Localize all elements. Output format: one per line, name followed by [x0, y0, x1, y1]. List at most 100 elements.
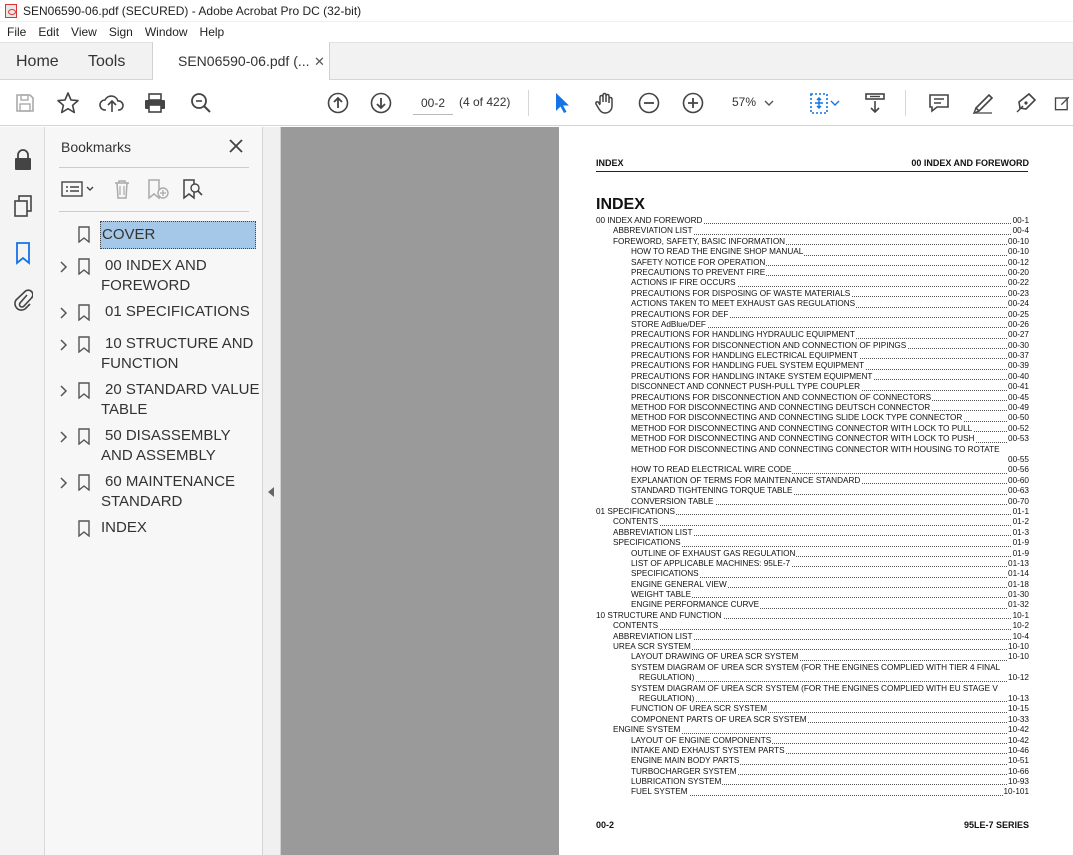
toc-entry[interactable]: ABBREVIATION LIST 00-4 [596, 226, 1029, 237]
chevron-right-icon[interactable] [58, 384, 68, 397]
lock-icon[interactable] [10, 147, 36, 173]
menu-view[interactable]: View [64, 25, 102, 39]
toc-entry[interactable]: ENGINE GENERAL VIEW 01-18 [596, 579, 1029, 591]
toc-entry[interactable]: EXPLANATION OF TERMS FOR MAINTENANCE STA… [596, 475, 1029, 487]
more-tools-icon[interactable] [1053, 90, 1073, 116]
upload-cloud-icon[interactable] [99, 90, 125, 116]
toc-entry[interactable]: STORE AdBlue/DEF 00-26 [596, 319, 1029, 331]
toc-entry[interactable]: COMPONENT PARTS OF UREA SCR SYSTEM 10-33 [596, 714, 1029, 726]
menu-window[interactable]: Window [138, 25, 193, 39]
trash-icon[interactable] [112, 177, 132, 201]
chevron-right-icon[interactable] [58, 338, 68, 351]
options-menu-icon[interactable] [61, 177, 97, 201]
zoom-level-select[interactable]: 57% [732, 95, 756, 109]
toc-entry[interactable]: PRECAUTIONS FOR DISCONNECTION AND CONNEC… [596, 392, 1029, 404]
hand-tool-icon[interactable] [592, 90, 618, 116]
toc-entry[interactable]: ABBREVIATION LIST 10-4 [596, 631, 1029, 643]
toc-entry[interactable]: PRECAUTIONS FOR HANDLING FUEL SYSTEM EQU… [596, 361, 1029, 372]
toc-entry[interactable]: LIST OF APPLICABLE MACHINES: 95LE-7 01-13 [596, 558, 1029, 570]
toc-entry[interactable]: 00-55 [596, 454, 1029, 466]
chevron-right-icon[interactable] [58, 430, 68, 443]
scroll-mode-icon[interactable] [862, 90, 888, 116]
toc-entry[interactable]: PRECAUTIONS FOR HANDLING ELECTRICAL EQUI… [596, 351, 1029, 362]
toc-entry[interactable]: FOREWORD, SAFETY, BASIC INFORMATION 00-10 [596, 236, 1029, 248]
toc-entry[interactable]: TURBOCHARGER SYSTEM 10-66 [596, 766, 1029, 778]
toc-entry[interactable]: LAYOUT DRAWING OF UREA SCR SYSTEM 10-10 [596, 652, 1029, 663]
paperclip-icon[interactable] [10, 287, 36, 313]
chevron-right-icon[interactable] [58, 260, 68, 273]
toc-entry[interactable]: PRECAUTIONS FOR DEF 00-25 [596, 309, 1029, 320]
previous-page-icon[interactable] [325, 90, 351, 116]
toc-entry[interactable]: PRECAUTIONS TO PREVENT FIRE 00-20 [596, 267, 1029, 279]
toc-entry[interactable]: CONTENTS 10-2 [596, 621, 1029, 632]
sign-pen-icon[interactable] [1013, 90, 1039, 116]
save-icon[interactable] [12, 90, 38, 116]
menu-sign[interactable]: Sign [102, 25, 138, 39]
bookmark-panel-icon[interactable] [10, 240, 36, 266]
toc-entry[interactable]: PRECAUTIONS FOR HANDLING HYDRAULIC EQUIP… [596, 330, 1029, 341]
zoom-search-icon[interactable] [188, 90, 214, 116]
toc-entry[interactable]: HOW TO READ THE ENGINE SHOP MANUAL 00-10 [596, 247, 1029, 258]
toc-entry[interactable]: 00 INDEX AND FOREWORD 00-1 [596, 216, 1029, 227]
tab-close-icon[interactable]: ✕ [314, 54, 325, 70]
tab-document[interactable]: SEN06590-06.pdf (... ✕ [152, 42, 330, 81]
toc-entry[interactable]: METHOD FOR DISCONNECTING AND CONNECTING … [596, 403, 1029, 414]
toc-entry[interactable]: INTAKE AND EXHAUST SYSTEM PARTS 10-46 [596, 745, 1029, 757]
zoom-in-icon[interactable] [680, 90, 706, 116]
toc-entry[interactable]: 10 STRUCTURE AND FUNCTION 10-1 [596, 610, 1029, 622]
print-icon[interactable] [142, 90, 168, 116]
menu-edit[interactable]: Edit [31, 25, 64, 39]
toc-entry[interactable]: ENGINE PERFORMANCE CURVE 01-32 [596, 600, 1029, 611]
highlight-pen-icon[interactable] [970, 90, 996, 116]
select-cursor-icon[interactable] [548, 90, 574, 116]
zoom-out-icon[interactable] [636, 90, 662, 116]
toc-entry[interactable]: REGULATION) 10-13 [596, 693, 1029, 705]
toc-entry[interactable]: METHOD FOR DISCONNECTING AND CONNECTING … [596, 423, 1029, 435]
toc-entry[interactable]: HOW TO READ ELECTRICAL WIRE CODE 00-56 [596, 465, 1029, 476]
chevron-right-icon[interactable] [58, 306, 68, 319]
toc-entry[interactable]: SPECIFICATIONS 01-14 [596, 569, 1029, 580]
next-page-icon[interactable] [368, 90, 394, 116]
toc-entry[interactable]: CONTENTS 01-2 [596, 517, 1029, 528]
toc-entry[interactable]: FUEL SYSTEM 10-101 [596, 787, 1029, 798]
menu-file[interactable]: File [0, 25, 31, 39]
fit-chevron-down-icon[interactable] [828, 90, 842, 116]
toc-entry[interactable]: ENGINE SYSTEM 10-42 [596, 725, 1029, 736]
toc-entry[interactable]: SAFETY NOTICE FOR OPERATION 00-12 [596, 257, 1029, 268]
toc-entry[interactable]: UREA SCR SYSTEM 10-10 [596, 642, 1029, 653]
tab-home[interactable]: Home [16, 53, 59, 71]
toc-entry[interactable]: DISCONNECT AND CONNECT PUSH-PULL TYPE CO… [596, 382, 1029, 393]
toc-entry[interactable]: 01 SPECIFICATIONS 01-1 [596, 506, 1029, 518]
toc-entry[interactable]: OUTLINE OF EXHAUST GAS REGULATION 01-9 [596, 548, 1029, 559]
toc-entry[interactable]: ABBREVIATION LIST 01-3 [596, 527, 1029, 539]
toc-entry[interactable]: STANDARD TIGHTENING TORQUE TABLE 00-63 [596, 486, 1029, 497]
toc-entry[interactable]: METHOD FOR DISCONNECTING AND CONNECTING … [596, 413, 1029, 424]
toc-entry[interactable]: SYSTEM DIAGRAM OF UREA SCR SYSTEM (FOR T… [596, 662, 1029, 673]
toc-entry[interactable]: FUNCTION OF UREA SCR SYSTEM 10-15 [596, 704, 1029, 715]
toc-entry[interactable]: REGULATION) 10-12 [596, 673, 1029, 684]
toc-entry[interactable]: PRECAUTIONS FOR DISPOSING OF WASTE MATER… [596, 288, 1029, 300]
toc-entry[interactable]: CONVERSION TABLE 00-70 [596, 496, 1029, 507]
toc-entry[interactable]: PRECAUTIONS FOR DISCONNECTION AND CONNEC… [596, 340, 1029, 352]
page-thumbnails-icon[interactable] [10, 193, 36, 219]
new-bookmark-icon[interactable] [146, 177, 170, 201]
find-bookmark-icon[interactable] [181, 177, 205, 201]
chevron-right-icon[interactable] [58, 476, 68, 489]
toc-entry[interactable]: METHOD FOR DISCONNECTING AND CONNECTING … [596, 444, 1029, 455]
star-icon[interactable] [55, 90, 81, 116]
toc-entry[interactable]: LAYOUT OF ENGINE COMPONENTS 10-42 [596, 735, 1029, 746]
toc-entry[interactable]: ACTIONS IF FIRE OCCURS 00-22 [596, 278, 1029, 289]
tab-tools[interactable]: Tools [88, 53, 125, 71]
menu-help[interactable]: Help [193, 25, 230, 39]
toc-entry[interactable]: PRECAUTIONS FOR HANDLING INTAKE SYSTEM E… [596, 371, 1029, 383]
toc-entry[interactable]: SYSTEM DIAGRAM OF UREA SCR SYSTEM (FOR T… [596, 683, 1029, 694]
panel-collapse-handle[interactable] [263, 127, 281, 855]
toc-entry[interactable]: ENGINE MAIN BODY PARTS 10-51 [596, 756, 1029, 767]
toc-entry[interactable]: METHOD FOR DISCONNECTING AND CONNECTING … [596, 434, 1029, 445]
chevron-down-icon[interactable] [762, 90, 776, 116]
page-number-input[interactable]: 00-2 [413, 91, 453, 115]
comment-icon[interactable] [926, 90, 952, 116]
document-viewport[interactable]: INDEX 00 INDEX AND FOREWORD INDEX 00 IND… [281, 127, 1073, 855]
close-icon[interactable] [225, 135, 247, 157]
toc-entry[interactable]: SPECIFICATIONS 01-9 [596, 538, 1029, 549]
